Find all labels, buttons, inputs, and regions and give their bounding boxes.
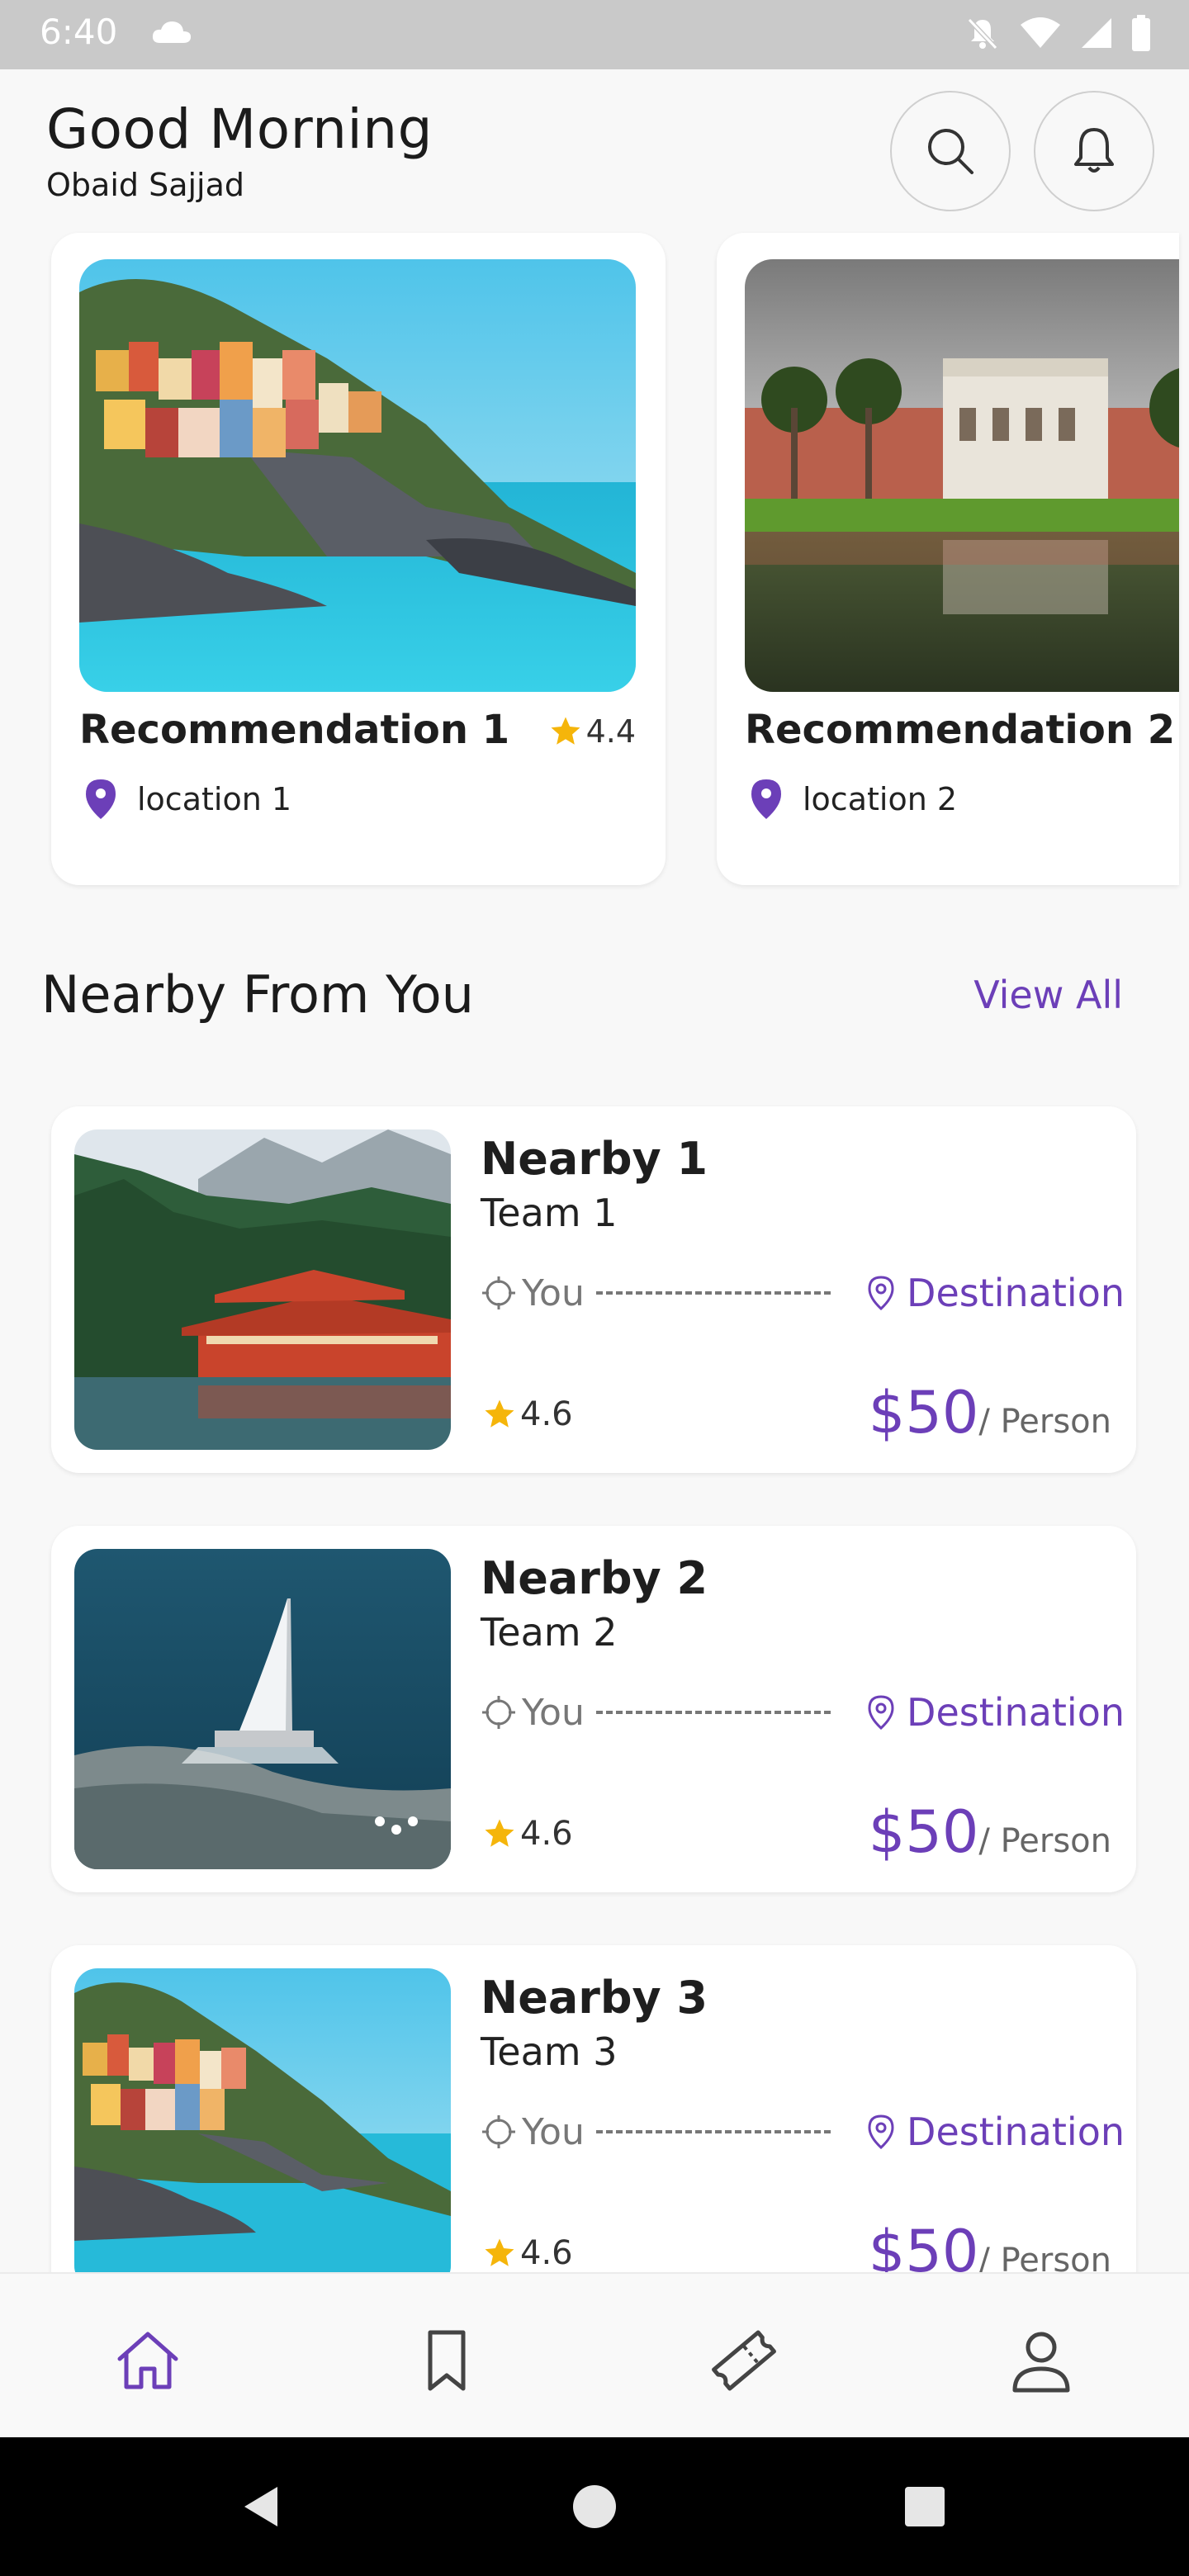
bell-icon [1074, 128, 1114, 173]
recents-button[interactable] [900, 2482, 950, 2535]
route-origin: You [481, 1272, 585, 1314]
nearby-rating: 4.6 [482, 1815, 573, 1853]
nearby-team: Team 3 [481, 2029, 618, 2074]
route-dashed-line [595, 1711, 831, 1714]
system-navigation-bar [0, 2437, 1189, 2576]
recommendation-card[interactable]: Recommendation 1 4.4 location 1 [51, 233, 666, 885]
profile-icon [1012, 2332, 1070, 2393]
recents-square-icon [905, 2487, 945, 2526]
nearby-team: Team 2 [481, 1610, 618, 1655]
price-unit: / Person [978, 1822, 1111, 1860]
recommendation-title: Recommendation 1 [79, 707, 510, 753]
notifications-button[interactable] [1034, 91, 1154, 211]
route-destination: Destination [867, 1690, 1125, 1735]
recommendation-location: location 1 [84, 778, 291, 821]
location-pin-icon [86, 779, 116, 819]
nearby-card[interactable]: Nearby 3 Team 3 You Destination 4.6 $50 … [51, 1945, 1136, 2312]
route-destination: Destination [867, 1271, 1125, 1315]
nearby-section-title: Nearby From You [41, 964, 474, 1025]
location-outline-icon [868, 1695, 894, 1731]
route-destination: Destination [867, 2110, 1125, 2154]
home-icon [117, 2332, 178, 2389]
rating-value: 4.6 [520, 1395, 573, 1433]
route-row: You Destination [481, 1688, 1125, 1737]
recommendation-rating: 4.4 [548, 713, 636, 750]
bookmark-icon [428, 2330, 466, 2391]
nearby-price: $50 / Person [869, 1798, 1111, 1866]
status-bar: 6:40 [0, 0, 1189, 69]
recommendation-card[interactable]: Recommendation 2 location 2 [717, 233, 1179, 885]
signal-icon [1080, 17, 1113, 53]
nearby-rating: 4.6 [482, 2234, 573, 2272]
route-origin: You [481, 2111, 585, 2153]
route-row: You Destination [481, 1268, 1125, 1318]
back-triangle-icon [244, 2487, 277, 2526]
nearby-title: Nearby 3 [481, 1972, 708, 2024]
location-label: location 2 [803, 781, 958, 817]
greeting-title: Good Morning [46, 97, 433, 161]
nav-home[interactable] [111, 2323, 185, 2398]
wifi-icon [1019, 17, 1062, 53]
star-icon [551, 717, 580, 745]
bottom-navigation [0, 2272, 1189, 2439]
nearby-image [74, 1968, 451, 2289]
search-icon [928, 129, 973, 174]
cloud-icon [150, 18, 193, 50]
home-circle-icon [573, 2485, 616, 2528]
rating-value: 4.6 [520, 2234, 573, 2272]
location-label: location 1 [137, 781, 292, 817]
recommendation-location: location 2 [750, 778, 957, 821]
home-button[interactable] [570, 2482, 619, 2535]
price-amount: $50 [868, 1798, 979, 1866]
nearby-image [74, 1549, 451, 1869]
route-origin: You [481, 1692, 585, 1734]
recommendation-image [745, 259, 1179, 692]
star-icon [485, 1399, 514, 1428]
ticket-icon [712, 2330, 776, 2391]
price-unit: / Person [978, 1403, 1111, 1441]
nearby-rating: 4.6 [482, 1395, 573, 1433]
nearby-title: Nearby 2 [481, 1552, 708, 1604]
back-button[interactable] [236, 2482, 286, 2535]
recommendation-image [79, 259, 636, 692]
system-icons [964, 15, 1151, 54]
route-origin-label: You [522, 1691, 585, 1734]
user-name: Obaid Sajjad [46, 167, 245, 203]
nearby-price: $50 / Person [869, 1379, 1111, 1447]
nearby-card[interactable]: Nearby 1 Team 1 You Destination 4.6 $50 … [51, 1106, 1136, 1473]
crosshair-icon [482, 1696, 515, 1729]
price-amount: $50 [868, 1379, 979, 1447]
crosshair-icon [482, 2115, 515, 2148]
route-dashed-line [595, 2130, 831, 2133]
nav-profile[interactable] [1004, 2323, 1078, 2398]
location-outline-icon [868, 1276, 894, 1311]
nav-tickets[interactable] [707, 2323, 781, 2398]
crosshair-icon [482, 1276, 515, 1309]
route-origin-label: You [522, 1271, 585, 1314]
route-row: You Destination [481, 2107, 1125, 2157]
notifications-off-icon [964, 15, 1001, 54]
nav-bookmarks[interactable] [410, 2323, 484, 2398]
nearby-image [74, 1129, 451, 1450]
route-destination-label: Destination [907, 2110, 1125, 2154]
location-pin-icon [751, 779, 781, 819]
battery-icon [1131, 15, 1151, 54]
rating-value: 4.4 [585, 713, 636, 750]
search-button[interactable] [890, 91, 1011, 211]
nearby-team: Team 1 [481, 1191, 618, 1235]
route-destination-label: Destination [907, 1690, 1125, 1735]
location-outline-icon [868, 2114, 894, 2150]
route-dashed-line [595, 1291, 831, 1295]
star-icon [485, 1819, 514, 1847]
view-all-link[interactable]: View All [973, 973, 1123, 1017]
route-origin-label: You [522, 2110, 585, 2153]
rating-value: 4.6 [520, 1815, 573, 1853]
route-destination-label: Destination [907, 1271, 1125, 1315]
star-icon [485, 2238, 514, 2266]
nearby-title: Nearby 1 [481, 1133, 708, 1185]
status-time: 6:40 [40, 12, 118, 52]
recommendation-title: Recommendation 2 [745, 707, 1176, 753]
nearby-card[interactable]: Nearby 2 Team 2 You Destination 4.6 $50 … [51, 1526, 1136, 1892]
